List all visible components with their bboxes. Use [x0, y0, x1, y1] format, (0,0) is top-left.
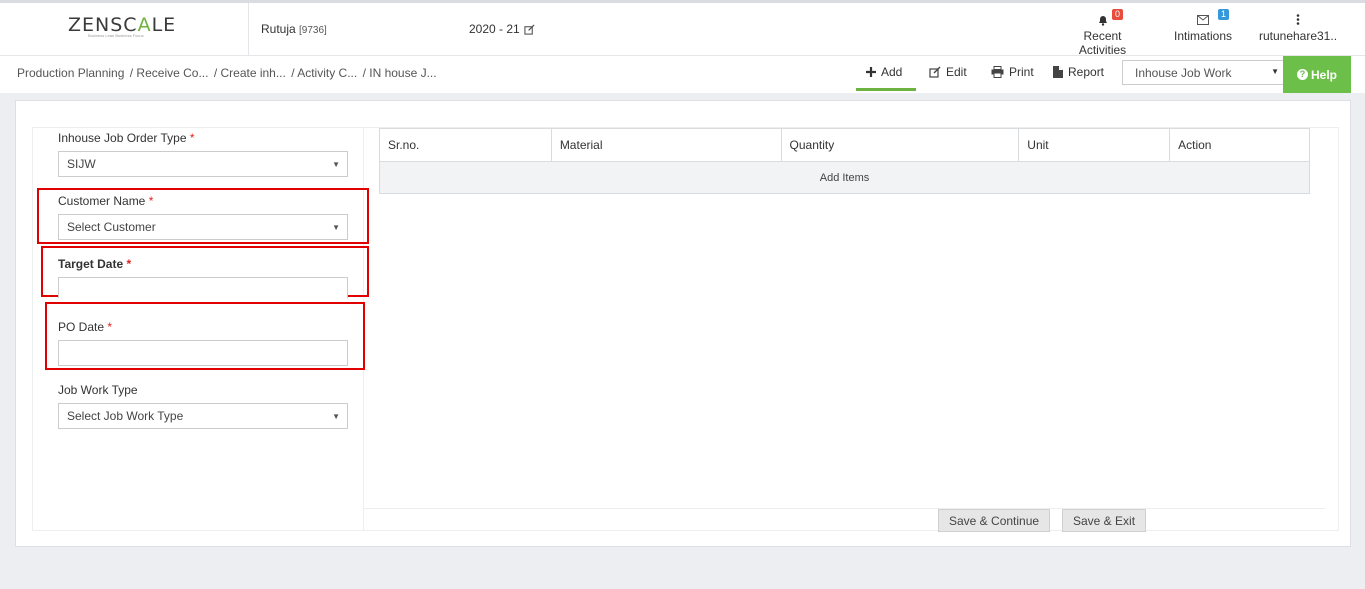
logo-tagline: Business Lean Business Focus [88, 33, 144, 38]
intimations-badge: 1 [1218, 9, 1230, 20]
breadcrumb-item[interactable]: / Receive Co... [130, 66, 209, 80]
edit-button[interactable]: Edit [929, 65, 967, 79]
table-row: Add Items [379, 161, 1310, 194]
current-user: Rutuja [9736] [261, 22, 327, 36]
recent-activities-badge: 0 [1112, 9, 1124, 20]
print-icon [991, 66, 1004, 78]
file-icon [1053, 66, 1063, 78]
financial-year[interactable]: 2020 - 21 [469, 22, 535, 36]
recent-activities[interactable]: 0 Recent Activities [1060, 9, 1145, 57]
question-circle-icon: ? [1296, 69, 1308, 80]
toolbar: Production Planning / Receive Co... / Cr… [0, 56, 1365, 93]
job-work-type-label: Job Work Type [58, 383, 138, 397]
add-items-button[interactable]: Add Items [379, 161, 1310, 194]
target-date-input[interactable] [58, 277, 348, 298]
column-header-quantity: Quantity [780, 128, 1020, 162]
module-select[interactable]: Inhouse Job Work ▼ [1122, 60, 1285, 85]
job-order-type-label: Inhouse Job Order Type * [58, 131, 195, 145]
chevron-down-icon: ▼ [332, 160, 340, 169]
column-header-material: Material [550, 128, 782, 162]
breadcrumb-item[interactable]: / IN house J... [363, 66, 437, 80]
po-date-input[interactable] [58, 340, 348, 366]
table-header-row: Sr.no. Material Quantity Unit Action [379, 128, 1310, 162]
column-header-unit: Unit [1018, 128, 1171, 162]
envelope-icon [1197, 14, 1209, 25]
form-container: Inhouse Job Order Type * SIJW ▼ Customer… [32, 127, 1339, 532]
items-table: Sr.no. Material Quantity Unit Action Add… [379, 128, 1310, 194]
user-menu[interactable]: rutunehare31.. [1258, 9, 1338, 43]
edit-icon [929, 66, 941, 78]
save-continue-button[interactable]: Save & Continue [938, 509, 1051, 532]
add-button[interactable]: Add [856, 65, 916, 91]
target-date-label: Target Date * [58, 257, 132, 271]
breadcrumb-item[interactable]: / Create inh... [214, 66, 286, 80]
print-button[interactable]: Print [991, 65, 1034, 79]
po-date-label: PO Date * [58, 320, 113, 334]
form-fields-panel: Inhouse Job Order Type * SIJW ▼ Customer… [33, 128, 369, 531]
plus-icon [866, 67, 876, 77]
top-header: ZENSCALE Business Lean Business Focus Ru… [0, 0, 1365, 57]
help-button[interactable]: ? Help [1283, 56, 1351, 93]
intimations[interactable]: 1 Intimations [1172, 9, 1234, 43]
report-button[interactable]: Report [1053, 65, 1104, 79]
bell-icon [1098, 15, 1107, 26]
column-header-action: Action [1169, 128, 1310, 162]
customer-name-label: Customer Name * [58, 194, 154, 208]
edit-icon[interactable] [524, 23, 535, 35]
chevron-down-icon: ▼ [1271, 67, 1279, 76]
chevron-down-icon: ▼ [332, 223, 340, 232]
form-card: Inhouse Job Order Type * SIJW ▼ Customer… [15, 100, 1351, 547]
breadcrumb-item[interactable]: Production Planning [17, 66, 124, 80]
customer-select[interactable]: Select Customer ▼ [58, 214, 348, 240]
save-exit-button[interactable]: Save & Exit [1062, 509, 1147, 532]
chevron-down-icon: ▼ [332, 412, 340, 421]
column-header-srno: Sr.no. [379, 128, 552, 162]
job-work-type-select[interactable]: Select Job Work Type ▼ [58, 403, 348, 429]
logo-area: ZENSCALE Business Lean Business Focus [0, 3, 249, 56]
breadcrumb-item[interactable]: / Activity C... [291, 66, 357, 80]
breadcrumb: Production Planning / Receive Co... / Cr… [17, 66, 439, 80]
job-order-type-select[interactable]: SIJW ▼ [58, 151, 348, 177]
footer-divider [364, 508, 1325, 509]
more-vertical-icon [1258, 9, 1338, 29]
